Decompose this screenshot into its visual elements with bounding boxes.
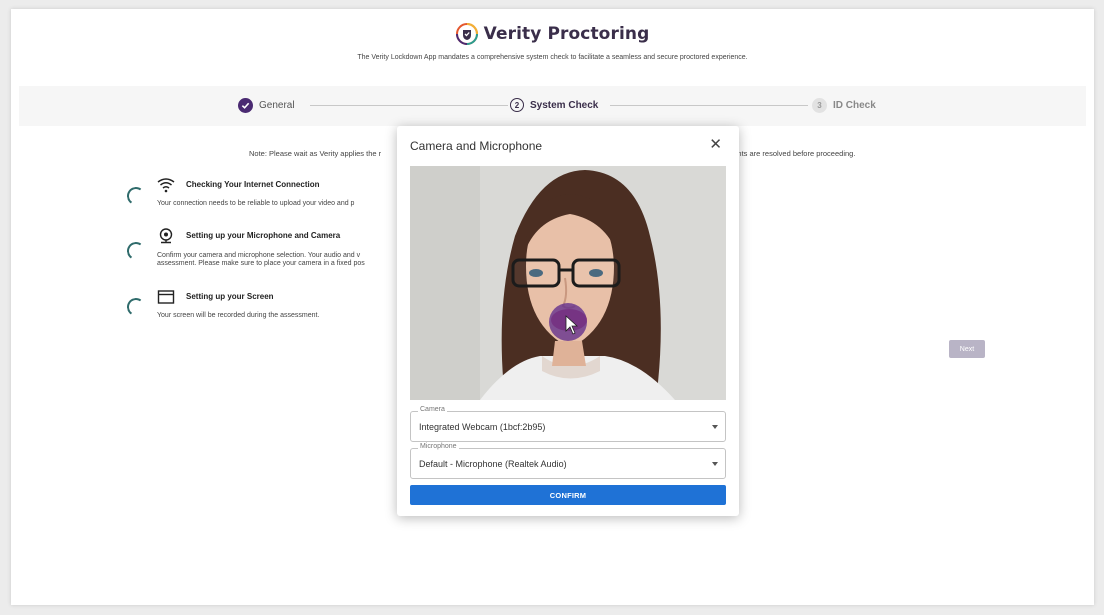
loading-spinner-icon [125,296,147,318]
step-system-check[interactable]: 2 System Check [510,98,598,112]
step-connector [310,105,508,106]
check-description: Your screen will be recorded during the … [157,312,320,319]
webcam-preview [410,166,726,400]
note-text-continued: ments are resolved before proceeding. [727,149,856,158]
camera-select-value: Integrated Webcam (1bcf:2b95) [419,422,546,432]
progress-stepper: General 2 System Check 3 ID Check [19,86,1086,126]
verity-logo-icon [455,23,478,45]
brand-header: Verity Proctoring [11,23,1094,50]
loading-spinner-icon [125,185,147,207]
step-connector [610,105,808,106]
step-label: ID Check [833,100,876,111]
app-page: Verity Proctoring The Verity Lockdown Ap… [11,9,1094,605]
camera-select-label: Camera [418,406,447,413]
camera-select[interactable]: Camera Integrated Webcam (1bcf:2b95) [410,406,726,442]
check-mic-camera: Setting up your Microphone and Camera Co… [125,228,427,278]
page-subtitle: The Verity Lockdown App mandates a compr… [357,54,748,61]
step-general[interactable]: General [238,98,295,113]
check-title: Setting up your Microphone and Camera [186,231,341,240]
webcam-feed-image [410,166,726,400]
step-label: System Check [530,99,599,111]
chevron-down-icon [712,462,718,466]
brand-title: Verity Proctoring [483,24,650,44]
check-screen: Setting up your Screen Your screen will … [125,289,427,329]
check-title: Setting up your Screen [186,292,274,301]
close-icon[interactable]: ✕ [709,137,722,152]
check-title: Checking Your Internet Connection [186,180,320,189]
microphone-select[interactable]: Microphone Default - Microphone (Realtek… [410,443,726,479]
note-text: Note: Please wait as Verity applies the … [249,149,382,158]
step-number: 2 [510,98,524,112]
chevron-down-icon [712,425,718,429]
microphone-select-label: Microphone [418,443,459,450]
microphone-select-value: Default - Microphone (Realtek Audio) [419,459,567,469]
dialog-title: Camera and Microphone [410,139,543,153]
screen-icon [157,290,175,304]
next-button[interactable]: Next [949,340,985,358]
check-description: assessment. Please make sure to place yo… [157,260,365,267]
checkmark-icon [238,98,253,113]
step-id-check[interactable]: 3 ID Check [812,98,876,113]
loading-spinner-icon [125,240,147,262]
check-internet: Checking Your Internet Connection Your c… [125,177,427,217]
wifi-icon [157,178,175,193]
check-description: Your connection needs to be reliable to … [157,200,355,207]
camera-microphone-dialog: Camera and Microphone ✕ Camera Integrate… [397,126,739,516]
confirm-button[interactable]: CONFIRM [410,485,726,505]
webcam-icon [159,228,173,244]
step-number: 3 [812,98,827,113]
step-label: General [259,100,295,111]
